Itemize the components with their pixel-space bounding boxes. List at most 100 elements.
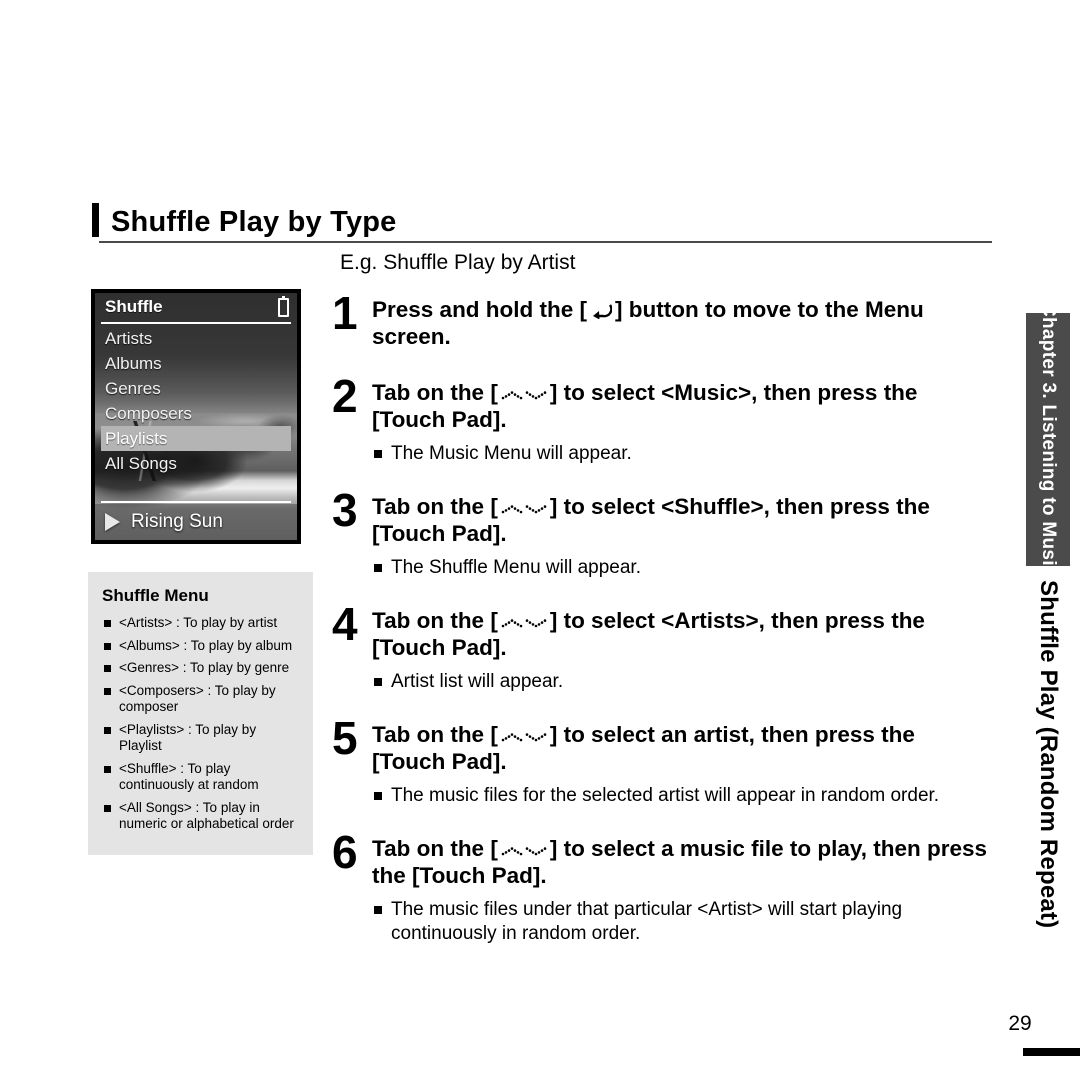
square-bullet-icon [104, 642, 111, 650]
device-now-playing-bar: Rising Sun [95, 504, 297, 540]
chapter-tab-label: Chapter 3. Listening to Music [1038, 302, 1059, 577]
step-6: 6 Tab on the [] to select a music file t… [332, 826, 992, 946]
step-number: 5 [332, 712, 358, 764]
step-text-before: Tab on the [ [372, 608, 498, 633]
step-result: Artist list will appear. [372, 670, 992, 694]
square-bullet-icon [104, 687, 111, 695]
note-item-text: <Genres> : To play by genre [119, 660, 290, 675]
title-accent-bar [92, 203, 99, 237]
step-number: 2 [332, 370, 358, 422]
step-result-text: The music files for the selected artist … [391, 785, 940, 806]
device-menu-item-genres[interactable]: Genres [95, 376, 297, 401]
step-body: Tab on the [] to select an artist, then … [372, 718, 992, 808]
note-item: <Playlists> : To play by Playlist [102, 722, 301, 755]
square-bullet-icon [374, 450, 382, 458]
note-item: <Composers> : To play by composer [102, 683, 301, 716]
step-5: 5 Tab on the [] to select an artist, the… [332, 712, 992, 808]
instruction-steps: 1 Press and hold the [] button to move t… [332, 290, 992, 946]
step-text-before: Tab on the [ [372, 380, 498, 405]
step-text-before: Tab on the [ [372, 836, 498, 861]
step-body: Tab on the [] to select <Artists>, then … [372, 604, 992, 694]
section-tab: Shuffle Play (Random Repeat) [1026, 580, 1070, 960]
square-bullet-icon [374, 792, 382, 800]
step-result: The music files under that particular <A… [372, 898, 992, 946]
step-number: 6 [332, 826, 358, 878]
scroll-gesture-icon [498, 616, 550, 630]
step-body: Press and hold the [] button to move to … [372, 293, 992, 350]
step-2: 2 Tab on the [] to select <Music>, then … [332, 370, 992, 466]
shuffle-menu-note-title: Shuffle Menu [102, 586, 209, 605]
square-bullet-icon [104, 804, 111, 812]
square-bullet-icon [104, 665, 111, 672]
square-bullet-icon [104, 620, 111, 627]
note-item-text: <Artists> : To play by artist [119, 615, 278, 630]
step-instruction: Tab on the [] to select an artist, then … [372, 721, 992, 775]
note-item: <All Songs> : To play in numeric or alph… [102, 800, 301, 833]
step-result-text: The Shuffle Menu will appear. [391, 557, 641, 578]
device-menu-item-playlists[interactable]: Playlists [101, 426, 291, 451]
note-item-text: <All Songs> : To play in numeric or alph… [119, 799, 294, 832]
square-bullet-icon [104, 765, 111, 773]
page-title-block: Shuffle Play by Type [92, 203, 992, 243]
step-text-before: Press and hold the [ [372, 297, 588, 322]
step-result-text: Artist list will appear. [391, 671, 564, 692]
page-title: Shuffle Play by Type [111, 206, 397, 238]
shuffle-menu-note-box: Shuffle Menu <Artists> : To play by arti… [88, 572, 313, 855]
chapter-tab: Chapter 3. Listening to Music [1026, 303, 1070, 576]
scroll-gesture-icon [498, 844, 550, 858]
device-menu-item-artists[interactable]: Artists [95, 326, 297, 351]
square-bullet-icon [374, 564, 382, 572]
step-number: 4 [332, 598, 358, 650]
step-result: The Music Menu will appear. [372, 442, 992, 466]
step-body: Tab on the [] to select a music file to … [372, 832, 992, 946]
note-item: <Artists> : To play by artist [102, 615, 301, 632]
device-screen-mockup: Shuffle Artists Albums Genres Composers … [91, 289, 301, 544]
page-number: 29 [1008, 1012, 1032, 1035]
step-result: The Shuffle Menu will appear. [372, 556, 992, 580]
step-1: 1 Press and hold the [] button to move t… [332, 290, 992, 350]
note-item: <Genres> : To play by genre [102, 660, 301, 677]
step-instruction: Tab on the [] to select a music file to … [372, 835, 992, 889]
note-item-text: <Composers> : To play by composer [119, 682, 276, 715]
section-tab-label: Shuffle Play (Random Repeat) [1035, 580, 1062, 929]
square-bullet-icon [374, 678, 382, 686]
return-arrow-icon [587, 303, 615, 319]
step-body: Tab on the [] to select <Music>, then pr… [372, 376, 992, 466]
square-bullet-icon [374, 906, 382, 914]
title-divider [99, 241, 992, 243]
device-header-divider [101, 322, 291, 324]
now-playing-track-title: Rising Sun [131, 511, 223, 532]
title-row: Shuffle Play by Type [92, 203, 992, 237]
step-instruction: Press and hold the [] button to move to … [372, 296, 992, 350]
scroll-gesture-icon [498, 388, 550, 402]
note-item: <Albums> : To play by album [102, 638, 301, 655]
device-menu-item-all-songs[interactable]: All Songs [95, 451, 297, 476]
scroll-gesture-icon [498, 730, 550, 744]
step-text-before: Tab on the [ [372, 494, 498, 519]
footer-accent-bar [1023, 1048, 1080, 1056]
step-body: Tab on the [] to select <Shuffle>, then … [372, 490, 992, 580]
device-menu-item-composers[interactable]: Composers [95, 401, 297, 426]
step-3: 3 Tab on the [] to select <Shuffle>, the… [332, 484, 992, 580]
step-instruction: Tab on the [] to select <Music>, then pr… [372, 379, 992, 433]
note-item: <Shuffle> : To play continuously at rand… [102, 761, 301, 794]
step-result-text: The music files under that particular <A… [391, 899, 903, 944]
step-instruction: Tab on the [] to select <Artists>, then … [372, 607, 992, 661]
step-result-text: The Music Menu will appear. [391, 443, 632, 464]
note-item-text: <Shuffle> : To play continuously at rand… [119, 760, 259, 793]
step-number: 3 [332, 484, 358, 536]
device-header: Shuffle [95, 293, 297, 321]
device-menu-list[interactable]: Artists Albums Genres Composers Playlist… [95, 326, 297, 476]
scroll-gesture-icon [498, 502, 550, 516]
device-header-title: Shuffle [105, 297, 163, 316]
device-menu-item-albums[interactable]: Albums [95, 351, 297, 376]
square-bullet-icon [104, 726, 111, 734]
note-item-text: <Playlists> : To play by Playlist [119, 721, 257, 754]
example-line: E.g. Shuffle Play by Artist [340, 251, 576, 274]
step-4: 4 Tab on the [] to select <Artists>, the… [332, 598, 992, 694]
step-result: The music files for the selected artist … [372, 784, 992, 808]
step-text-before: Tab on the [ [372, 722, 498, 747]
play-icon [105, 513, 120, 531]
device-nowplaying-divider [101, 501, 291, 503]
note-item-text: <Albums> : To play by album [119, 637, 293, 653]
